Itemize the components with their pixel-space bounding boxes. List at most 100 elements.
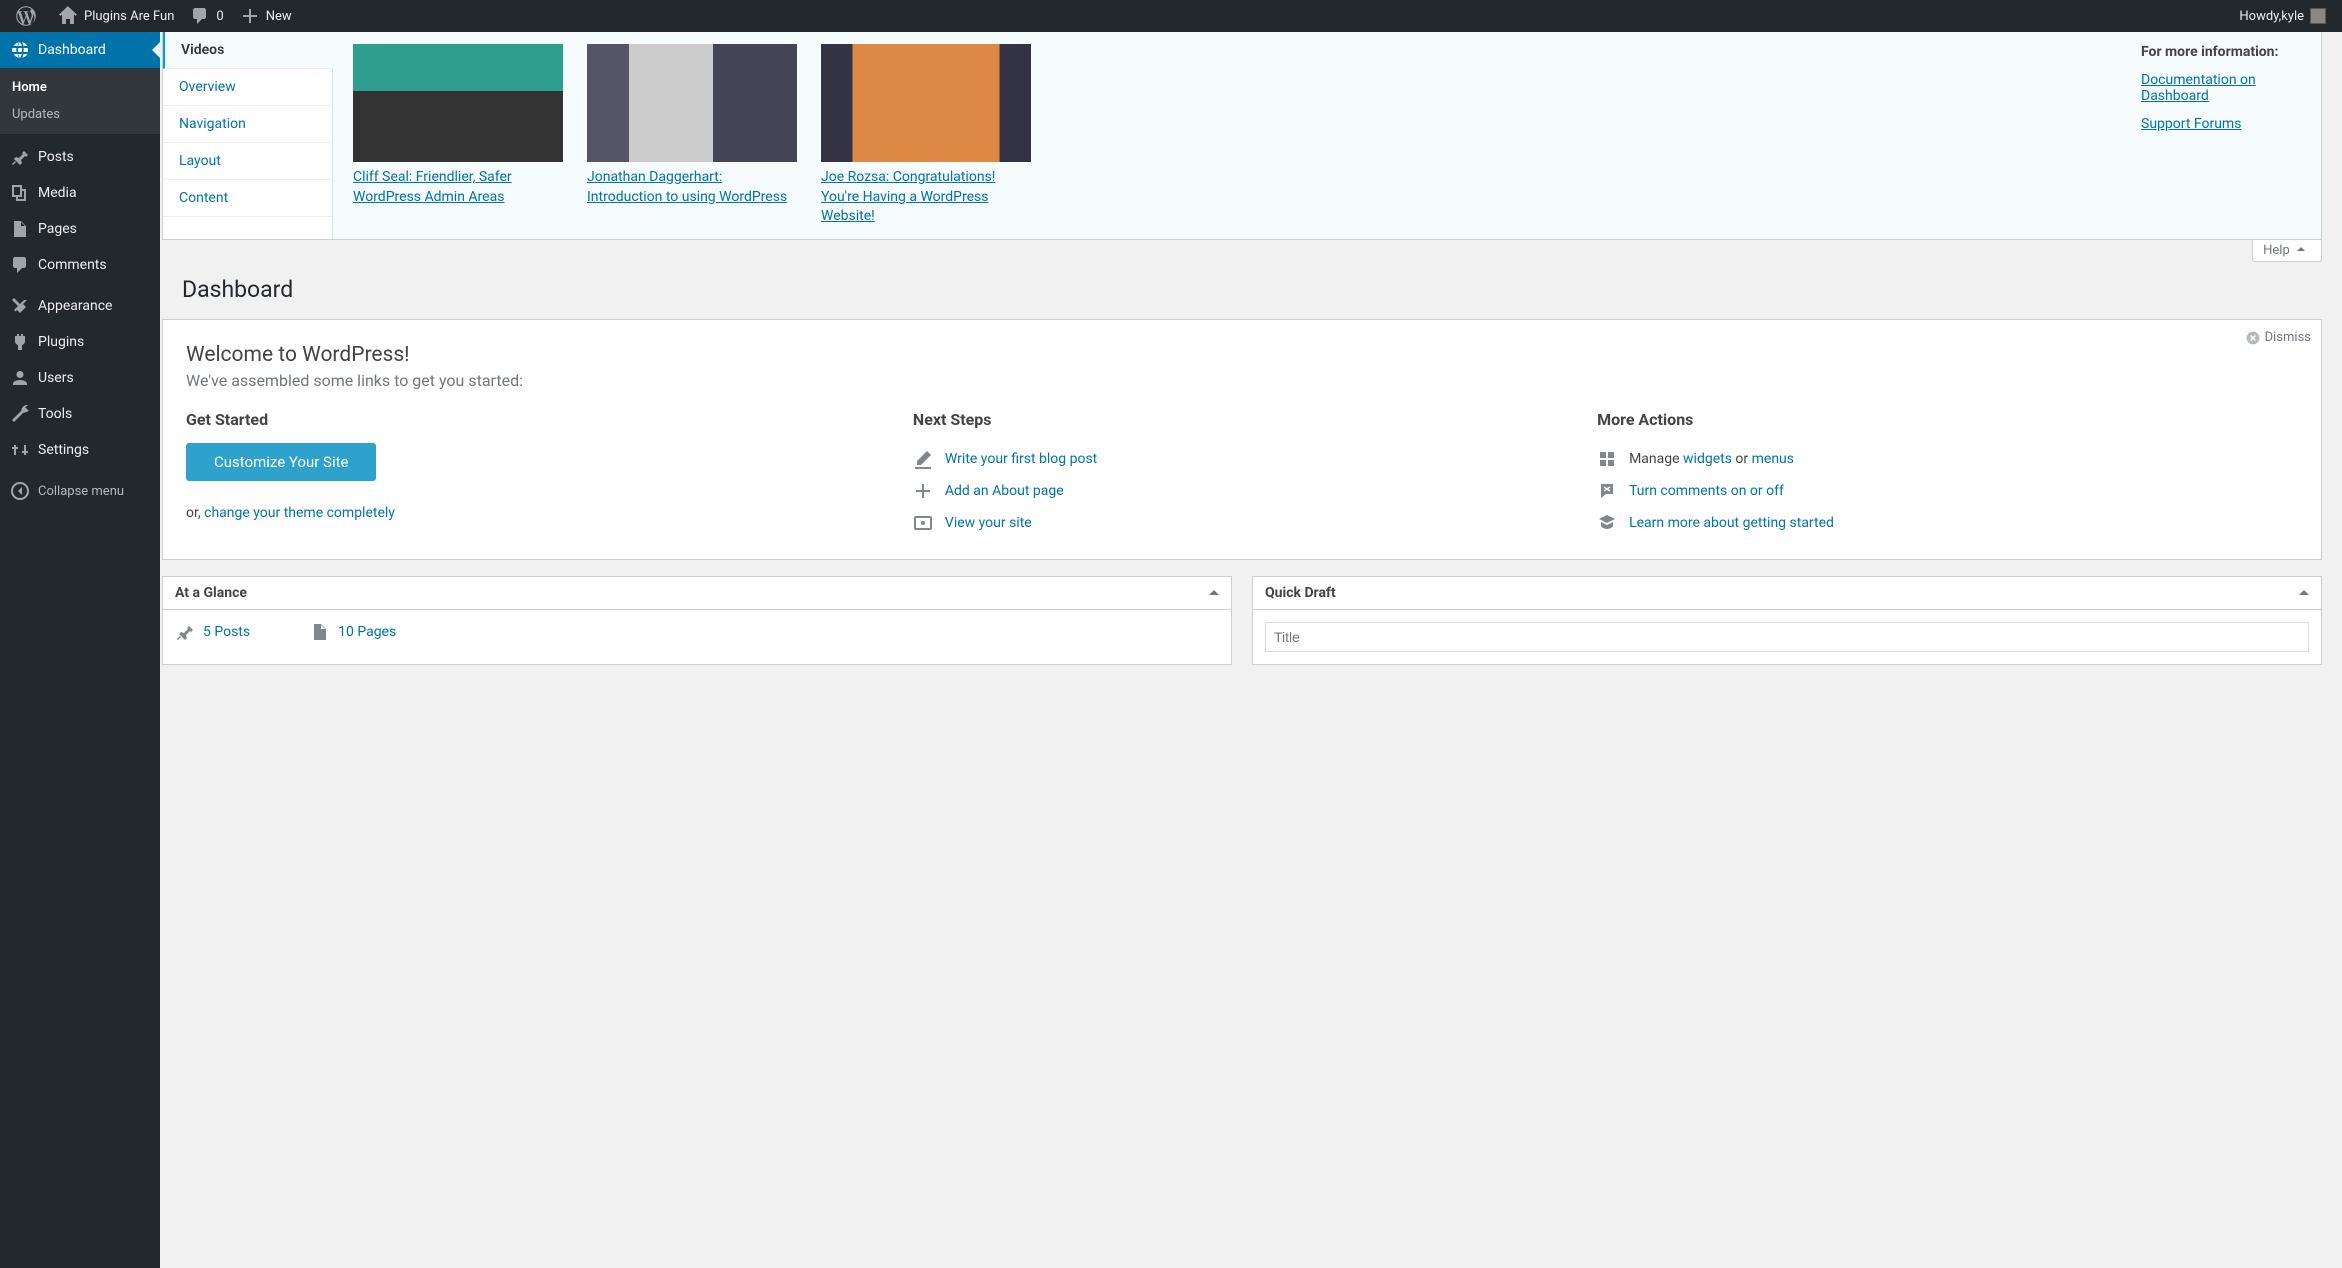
- video-thumbnail[interactable]: [587, 44, 797, 162]
- comments-link[interactable]: 0: [182, 0, 231, 32]
- at-a-glance-box: At a Glance 5 Posts 10 Pages: [162, 576, 1232, 665]
- plugin-icon: [10, 332, 30, 352]
- chevron-up-icon: [2297, 243, 2305, 251]
- comments-toggle-link[interactable]: Turn comments on or off: [1629, 483, 1784, 499]
- quick-draft-heading: Quick Draft: [1265, 585, 1336, 601]
- help-tab-content[interactable]: Content: [163, 180, 332, 217]
- view-site-link[interactable]: View your site: [945, 515, 1032, 531]
- comment-icon: [10, 255, 30, 275]
- help-link-forums[interactable]: Support Forums: [2141, 116, 2241, 132]
- quick-draft-box: Quick Draft: [1252, 576, 2322, 665]
- tools-icon: [10, 404, 30, 424]
- add-about-link[interactable]: Add an About page: [945, 483, 1064, 499]
- comments-count: 0: [216, 9, 223, 24]
- submenu-updates[interactable]: Updates: [0, 101, 160, 128]
- learn-more-link[interactable]: Learn more about getting started: [1629, 515, 1834, 531]
- wp-logo[interactable]: [8, 0, 50, 32]
- plus-icon: [240, 6, 260, 26]
- help-videos: Cliff Seal: Friendlier, Safer WordPress …: [333, 32, 2121, 239]
- username: kyle: [2281, 9, 2304, 24]
- menu-dashboard-label: Dashboard: [38, 42, 106, 58]
- help-tab-videos[interactable]: Videos: [163, 32, 333, 69]
- widgets-link[interactable]: widgets: [1683, 451, 1732, 467]
- menu-media[interactable]: Media: [0, 175, 160, 211]
- menu-posts[interactable]: Posts: [0, 139, 160, 175]
- menu-pages[interactable]: Pages: [0, 211, 160, 247]
- my-account[interactable]: Howdy, kyle: [2231, 0, 2334, 32]
- video-link[interactable]: Joe Rozsa: Congratulations! You're Havin…: [821, 169, 995, 224]
- or-text: or: [1735, 451, 1751, 467]
- submenu-home[interactable]: Home: [0, 74, 160, 101]
- video-link[interactable]: Jonathan Daggerhart: Introduction to usi…: [587, 169, 787, 205]
- video-thumbnail[interactable]: [821, 44, 1031, 162]
- welcome-title: Welcome to WordPress!: [186, 343, 2311, 367]
- new-content-link[interactable]: New: [232, 0, 300, 32]
- toggle-box-icon[interactable]: [2299, 585, 2309, 595]
- write-post-link[interactable]: Write your first blog post: [945, 451, 1097, 467]
- dashboard-icon: [10, 40, 30, 60]
- video-thumbnail[interactable]: [353, 44, 563, 162]
- help-tabs: Videos Overview Navigation Layout Conten…: [163, 32, 333, 239]
- dismiss-icon: [2245, 330, 2261, 346]
- site-name-link[interactable]: Plugins Are Fun: [50, 0, 182, 32]
- help-sidebar: For more information: Documentation on D…: [2121, 32, 2321, 239]
- menu-plugins[interactable]: Plugins: [0, 324, 160, 360]
- pin-icon: [10, 147, 30, 167]
- video-link[interactable]: Cliff Seal: Friendlier, Safer WordPress …: [353, 169, 512, 205]
- welcome-about: We've assembled some links to get you st…: [186, 371, 2311, 390]
- users-icon: [10, 368, 30, 388]
- video-item: Jonathan Daggerhart: Introduction to usi…: [587, 44, 797, 227]
- help-tab-layout[interactable]: Layout: [163, 143, 332, 180]
- help-link-documentation[interactable]: Documentation on Dashboard: [2141, 72, 2256, 104]
- collapse-menu[interactable]: Collapse menu: [0, 473, 160, 509]
- draft-title-input[interactable]: [1265, 622, 2309, 652]
- media-icon: [10, 183, 30, 203]
- avatar: [2310, 8, 2326, 24]
- plus-icon: [913, 481, 933, 501]
- menu-appearance[interactable]: Appearance: [0, 288, 160, 324]
- more-actions-heading: More Actions: [1597, 410, 2298, 429]
- menu-settings[interactable]: Settings: [0, 432, 160, 468]
- video-item: Cliff Seal: Friendlier, Safer WordPress …: [353, 44, 563, 227]
- menu-tools[interactable]: Tools: [0, 396, 160, 432]
- comment-icon: [190, 6, 210, 26]
- appearance-icon: [10, 296, 30, 316]
- contextual-help-panel: Videos Overview Navigation Layout Conten…: [162, 32, 2322, 240]
- toggle-box-icon[interactable]: [1209, 585, 1219, 595]
- page-icon: [310, 622, 330, 642]
- next-steps-heading: Next Steps: [913, 410, 1571, 429]
- menu-dashboard[interactable]: Dashboard: [0, 32, 160, 68]
- site-name-text: Plugins Are Fun: [84, 9, 174, 24]
- admin-menu: Dashboard Home Updates Posts Media Pages…: [0, 32, 160, 1268]
- menus-link[interactable]: menus: [1752, 451, 1794, 467]
- help-toggle[interactable]: Help: [2252, 240, 2322, 262]
- menu-users[interactable]: Users: [0, 360, 160, 396]
- learn-icon: [1597, 513, 1617, 533]
- menu-comments[interactable]: Comments: [0, 247, 160, 283]
- collapse-icon: [10, 481, 30, 501]
- help-tab-overview[interactable]: Overview: [163, 69, 332, 106]
- help-tab-navigation[interactable]: Navigation: [163, 106, 332, 143]
- dismiss-welcome[interactable]: Dismiss: [2245, 330, 2311, 346]
- page-title: Dashboard: [180, 262, 2322, 303]
- get-started-heading: Get Started: [186, 410, 887, 429]
- write-icon: [913, 449, 933, 469]
- wordpress-icon: [16, 6, 36, 26]
- or-text: or,: [186, 505, 204, 521]
- settings-icon: [10, 440, 30, 460]
- new-label: New: [266, 9, 292, 24]
- pages-count-link[interactable]: 10 Pages: [338, 624, 396, 640]
- help-sidebar-heading: For more information:: [2141, 44, 2301, 60]
- home-icon: [58, 6, 78, 26]
- posts-count-link[interactable]: 5 Posts: [203, 624, 250, 640]
- comments-toggle-icon: [1597, 481, 1617, 501]
- customize-site-button[interactable]: Customize Your Site: [186, 443, 376, 481]
- widgets-icon: [1597, 449, 1617, 469]
- change-theme-link[interactable]: change your theme completely: [204, 505, 395, 521]
- at-a-glance-heading: At a Glance: [175, 585, 247, 601]
- manage-text: Manage: [1629, 451, 1683, 467]
- howdy-prefix: Howdy,: [2239, 9, 2281, 24]
- page-icon: [10, 219, 30, 239]
- admin-bar: Plugins Are Fun 0 New Howdy, kyle: [0, 0, 2342, 32]
- video-item: Joe Rozsa: Congratulations! You're Havin…: [821, 44, 1031, 227]
